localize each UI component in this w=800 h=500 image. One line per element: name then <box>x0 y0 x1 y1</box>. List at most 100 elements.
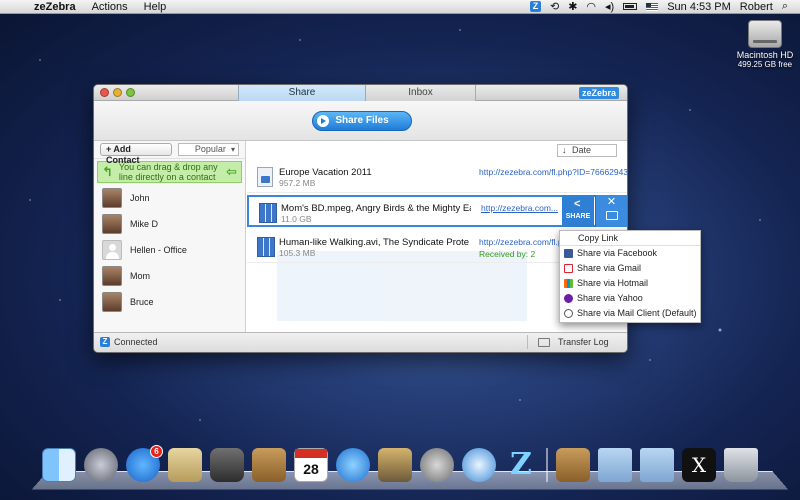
share-toolbar: Share Files <box>94 101 627 141</box>
mail-icon[interactable] <box>168 448 202 482</box>
drag-drop-tip-text: You can drag & drop any line directly on… <box>118 162 218 182</box>
contact-item[interactable]: John <box>94 185 245 211</box>
documents-folder-icon[interactable] <box>640 448 674 482</box>
drag-drop-tip: ↰ You can drag & drop any line directly … <box>97 161 242 183</box>
received-count: Received by: 2 <box>479 249 536 259</box>
gmail-icon <box>564 264 573 273</box>
downloads-stack-icon[interactable] <box>556 448 590 482</box>
close-window-button[interactable] <box>100 88 109 97</box>
menubar-user[interactable]: Robert <box>740 1 773 13</box>
tab-inbox[interactable]: Inbox <box>366 85 476 101</box>
system-preferences-icon[interactable] <box>420 448 454 482</box>
bluetooth-icon[interactable]: ✱ <box>568 0 577 13</box>
share-button[interactable]: SHARE <box>562 195 594 227</box>
input-source-flag-icon[interactable] <box>646 2 659 11</box>
folder-icon[interactable] <box>605 211 618 220</box>
file-row-selected[interactable]: Mom's BD.mpeg, Angry Birds & the Mighty … <box>247 195 627 227</box>
battery-icon[interactable] <box>623 3 638 10</box>
menu-share-hotmail[interactable]: Share via Hotmail <box>560 276 700 291</box>
volume-icon[interactable]: ◂) <box>605 0 614 13</box>
contact-item[interactable]: Mike D <box>94 211 245 237</box>
menu-item-label: Share via Facebook <box>577 248 658 258</box>
menu-share-mail-client[interactable]: Share via Mail Client (Default) <box>560 306 700 321</box>
yahoo-icon <box>564 294 573 303</box>
contact-item[interactable]: Hellen - Office <box>94 237 245 263</box>
menu-share-gmail[interactable]: Share via Gmail <box>560 261 700 276</box>
launchpad-icon[interactable] <box>84 448 118 482</box>
menu-item-label: Share via Hotmail <box>577 278 649 288</box>
title-bar[interactable]: Share Inbox zeZebra <box>94 85 627 101</box>
finder-icon[interactable] <box>42 448 76 482</box>
iphoto-icon[interactable] <box>378 448 412 482</box>
file-link[interactable]: http://zezebra.com... <box>481 203 558 213</box>
calendar-header <box>295 449 327 458</box>
menu-share-facebook[interactable]: Share via Facebook <box>560 246 700 261</box>
multiple-files-icon <box>259 203 277 223</box>
avatar <box>102 292 122 312</box>
contact-item[interactable]: Mom <box>94 263 245 289</box>
share-files-label: Share Files <box>335 115 389 126</box>
contacts-sidebar: + Add Contact Popular ↰ You can drag & d… <box>94 141 246 334</box>
itunes-icon[interactable] <box>336 448 370 482</box>
multiple-files-icon <box>257 237 275 257</box>
menubar-clock[interactable]: Sun 4:53 PM <box>667 1 731 13</box>
contact-name: Bruce <box>130 297 154 307</box>
safari-icon[interactable] <box>462 448 496 482</box>
remove-icon[interactable]: ✕ <box>596 195 627 209</box>
hd-free-space: 499.25 GB free <box>737 60 793 69</box>
sidebar-header: + Add Contact Popular <box>94 141 245 165</box>
menu-help[interactable]: Help <box>136 1 175 13</box>
file-link[interactable]: http://zezebra.com/fl.php?ID=76662943 <box>479 167 627 177</box>
avatar <box>102 188 122 208</box>
avatar <box>102 214 122 234</box>
dock-separator <box>546 448 548 482</box>
avatar <box>102 266 122 286</box>
facetime-icon[interactable] <box>210 448 244 482</box>
zezebra-window: Share Inbox zeZebra Share Files + Add Co… <box>93 84 628 353</box>
file-name: Europe Vacation 2011 <box>279 167 372 178</box>
file-icon <box>257 167 273 187</box>
file-row[interactable]: Europe Vacation 2011 957.2 MB http://zez… <box>247 161 627 193</box>
file-name: Mom's BD.mpeg, Angry Birds & the Mighty … <box>281 203 471 214</box>
trash-icon[interactable] <box>724 448 758 482</box>
menu-item-label: Share via Yahoo <box>577 293 643 303</box>
zezebra-dock-icon[interactable]: Z <box>504 448 538 482</box>
share-popup-menu: Copy Link Share via Facebook Share via G… <box>559 230 701 323</box>
share-files-button[interactable]: Share Files <box>312 111 412 131</box>
zoom-window-button[interactable] <box>126 88 135 97</box>
spotlight-icon[interactable]: ⌕ <box>782 0 788 13</box>
app-store-icon[interactable]: 6 <box>126 445 163 482</box>
file-name: Human-like Walking.avi, The Syndicate Pr… <box>279 237 469 248</box>
address-book-icon[interactable] <box>252 448 286 482</box>
dock: 6 28 Z X <box>30 445 788 490</box>
avatar <box>102 240 122 260</box>
minimize-window-button[interactable] <box>113 88 122 97</box>
menu-actions[interactable]: Actions <box>84 1 136 13</box>
at-sign-icon <box>564 309 573 318</box>
file-size: 11.0 GB <box>281 214 312 224</box>
contact-item[interactable]: Bruce <box>94 289 245 315</box>
time-machine-icon[interactable]: ⟲ <box>550 0 559 13</box>
desktop-hard-drive[interactable]: Macintosh HD 499.25 GB free <box>735 20 795 69</box>
applications-folder-icon[interactable] <box>598 448 632 482</box>
menu-bar: zeZebra Actions Help Z ⟲ ✱ ◠ ◂) Sun 4:53… <box>0 0 800 14</box>
calendar-day: 28 <box>303 461 319 477</box>
zezebra-status-icon[interactable]: Z <box>529 1 541 12</box>
x11-icon[interactable]: X <box>682 448 716 482</box>
app-menu[interactable]: zeZebra <box>26 1 84 13</box>
add-contact-button[interactable]: + Add Contact <box>100 143 172 165</box>
wifi-icon[interactable]: ◠ <box>586 0 596 13</box>
calendar-icon[interactable]: 28 <box>294 448 328 482</box>
hotmail-icon <box>564 279 573 288</box>
contact-name: John <box>130 193 150 203</box>
transfer-log-button[interactable]: Transfer Log <box>527 335 621 349</box>
row-actions: ✕ <box>595 195 627 227</box>
menu-item-label: Share via Mail Client (Default) <box>577 308 697 318</box>
contact-name: Mike D <box>130 219 159 229</box>
contacts-filter-select[interactable]: Popular <box>177 143 239 156</box>
menu-copy-link[interactable]: Copy Link <box>560 231 700 246</box>
tab-share[interactable]: Share <box>238 85 366 101</box>
file-size: 105.3 MB <box>279 248 316 258</box>
sort-select[interactable]: Date <box>557 144 617 157</box>
menu-share-yahoo[interactable]: Share via Yahoo <box>560 291 700 306</box>
